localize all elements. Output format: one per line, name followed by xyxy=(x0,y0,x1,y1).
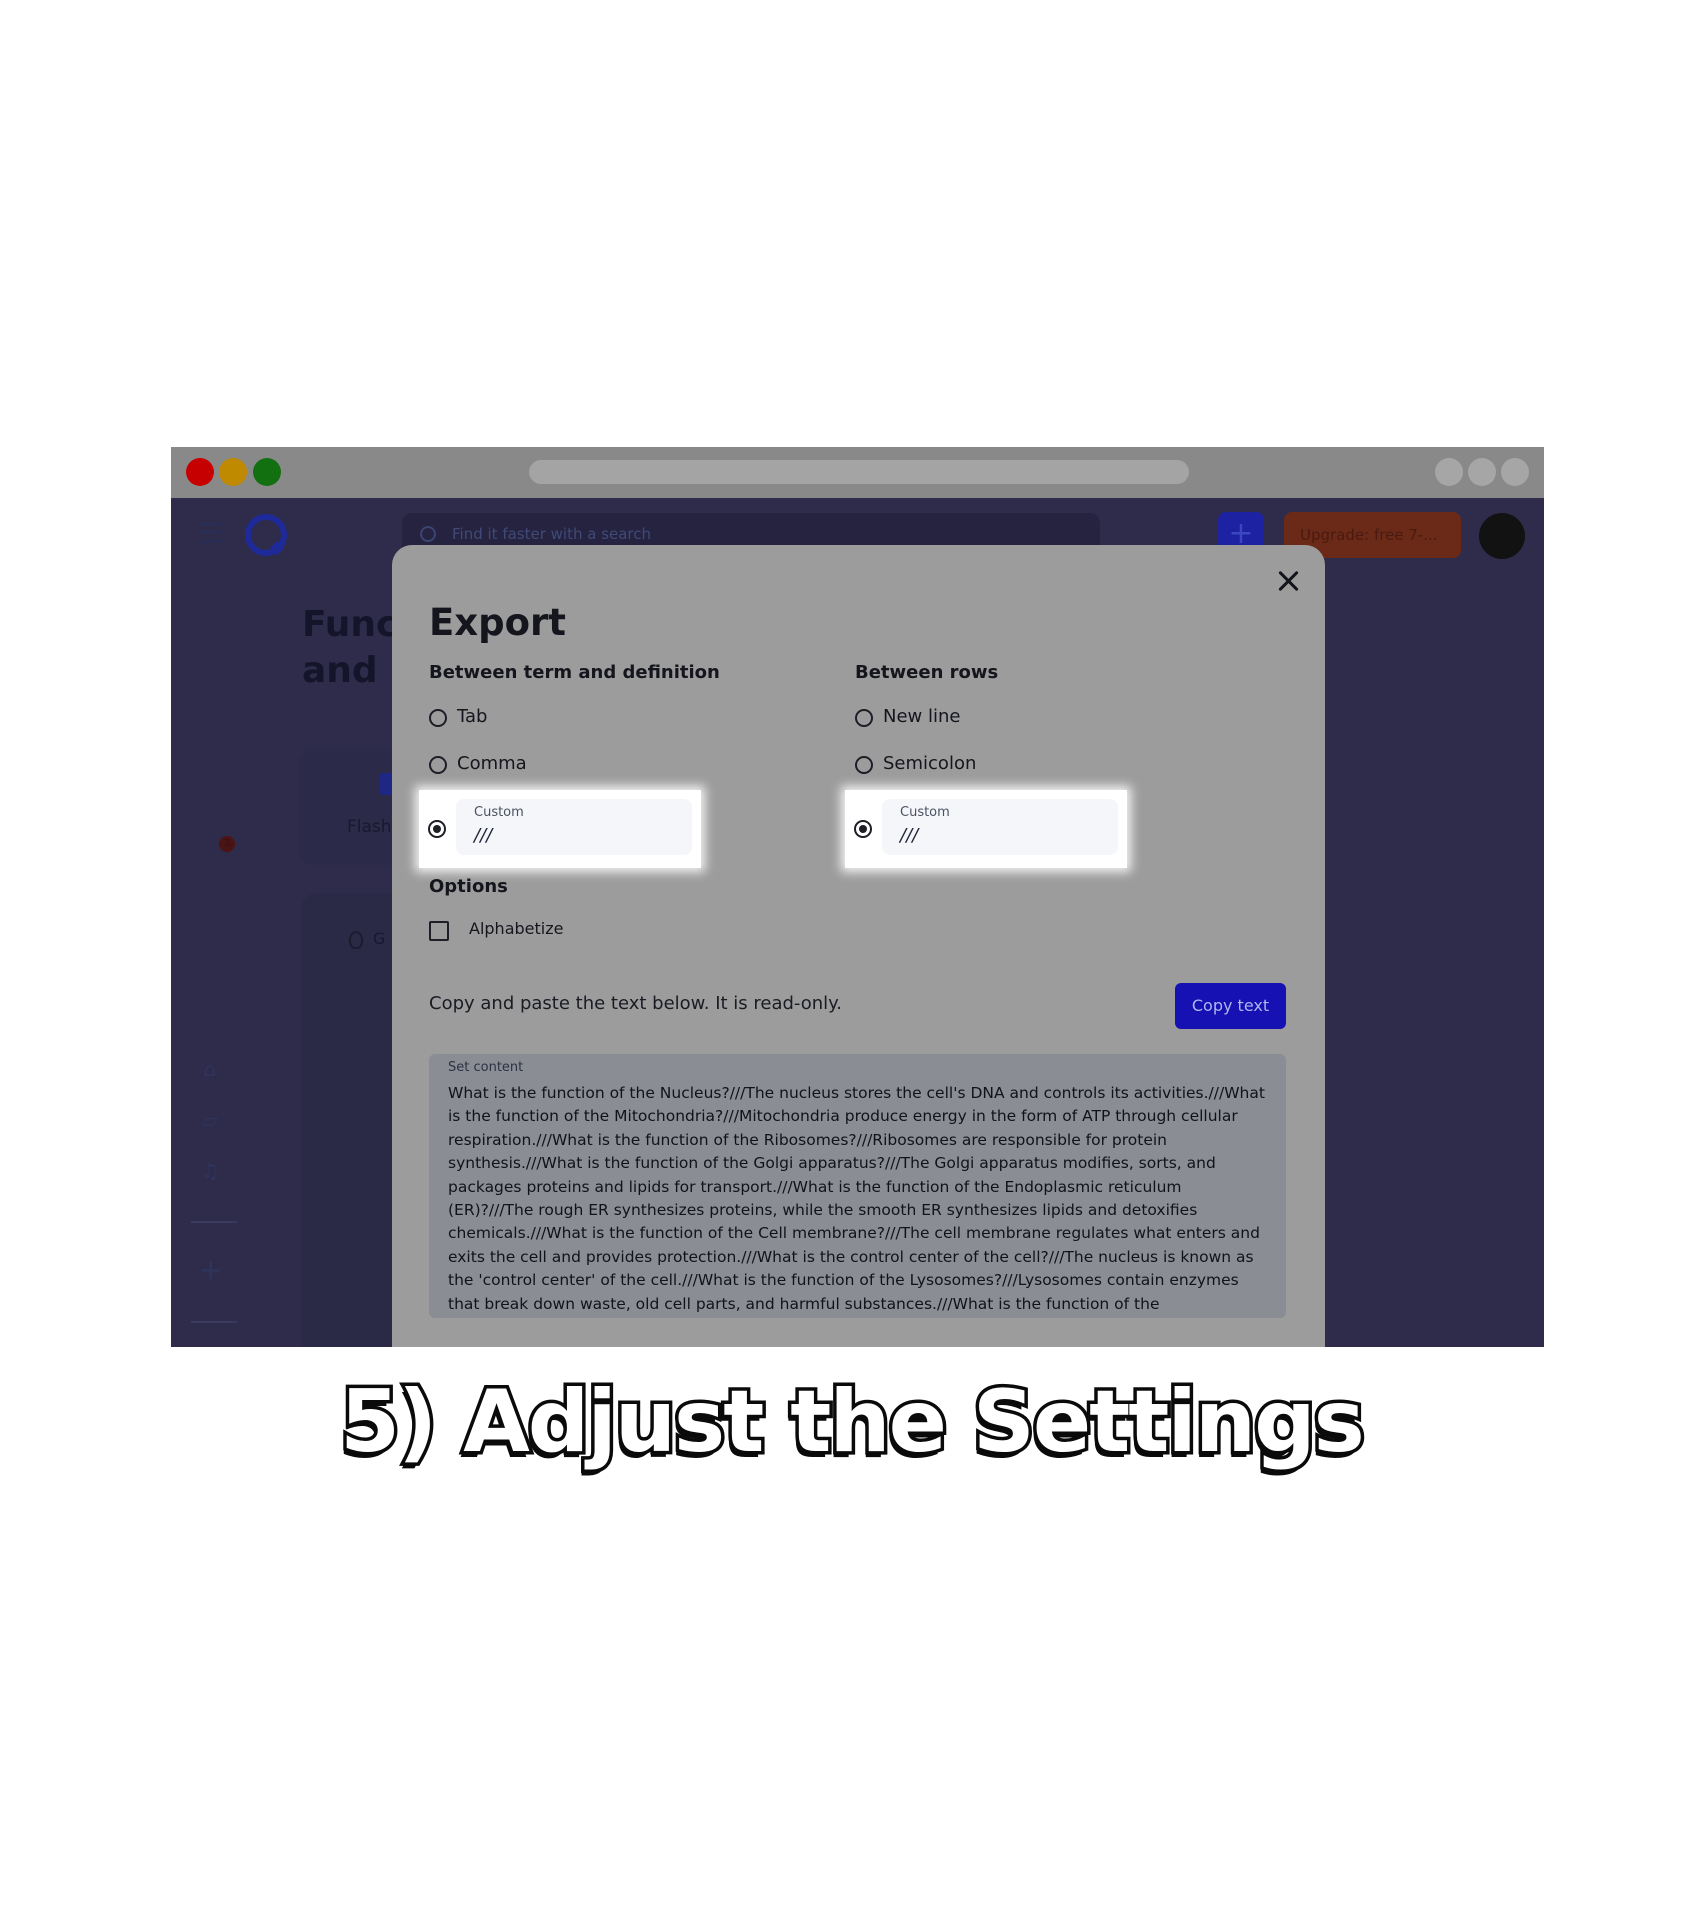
options-heading: Options xyxy=(429,876,508,897)
radio-comma[interactable] xyxy=(429,756,447,774)
bell-icon[interactable]: ♫ xyxy=(199,1161,221,1181)
copy-text-button[interactable]: Copy text xyxy=(1175,983,1286,1029)
hamburger-menu-icon[interactable] xyxy=(199,522,223,544)
lightbulb-icon xyxy=(349,931,363,949)
close-icon[interactable] xyxy=(1275,568,1301,594)
custom-term-value[interactable]: /// xyxy=(474,825,492,846)
sidebar-divider xyxy=(191,1321,237,1323)
between-rows-heading: Between rows xyxy=(855,662,999,683)
radio-semicolon[interactable] xyxy=(855,756,873,774)
folder-icon[interactable]: ▱ xyxy=(199,1110,221,1130)
radio-comma-label[interactable]: Comma xyxy=(457,753,527,774)
radio-new-line[interactable] xyxy=(855,709,873,727)
maximize-window-dot[interactable] xyxy=(253,458,281,486)
browser-window: Find it faster with a search + Upgrade: … xyxy=(171,447,1544,1347)
step-caption: 5) Adjust the Settings xyxy=(337,1369,1369,1476)
custom-rows-field[interactable]: Custom /// xyxy=(882,799,1118,855)
sidebar-divider xyxy=(191,1221,237,1223)
set-content-textarea[interactable]: Set content What is the function of the … xyxy=(429,1054,1286,1318)
rows-custom-highlight: Custom /// xyxy=(845,790,1127,868)
browser-chrome xyxy=(171,447,1544,498)
custom-rows-label: Custom xyxy=(900,805,950,820)
custom-term-label: Custom xyxy=(474,805,524,820)
set-content-text: What is the function of the Nucleus?///T… xyxy=(448,1084,1265,1313)
radio-semicolon-label[interactable]: Semicolon xyxy=(883,753,976,774)
home-icon[interactable]: ⌂ xyxy=(199,1059,221,1079)
close-window-dot[interactable] xyxy=(186,458,214,486)
radio-tab-label[interactable]: Tab xyxy=(457,706,487,727)
set-content-label: Set content xyxy=(448,1060,524,1075)
radio-tab[interactable] xyxy=(429,709,447,727)
term-definition-heading: Between term and definition xyxy=(429,662,720,683)
custom-rows-value[interactable]: /// xyxy=(900,825,918,846)
export-modal: Export Between term and definition Tab C… xyxy=(392,545,1325,1347)
modal-title: Export xyxy=(429,601,566,644)
notification-badge: 3 xyxy=(219,836,235,852)
radio-new-line-label[interactable]: New line xyxy=(883,706,960,727)
user-avatar[interactable] xyxy=(1479,513,1525,559)
flashcards-mode-label: Flash xyxy=(347,817,392,837)
alphabetize-label[interactable]: Alphabetize xyxy=(469,919,563,938)
study-card-label: G xyxy=(373,929,386,948)
address-bar[interactable] xyxy=(529,460,1189,484)
search-placeholder: Find it faster with a search xyxy=(452,525,652,543)
browser-control-dot xyxy=(1468,458,1496,486)
search-icon xyxy=(420,526,436,542)
minimize-window-dot[interactable] xyxy=(219,458,247,486)
browser-control-dot xyxy=(1435,458,1463,486)
radio-custom-rows[interactable] xyxy=(854,820,872,838)
left-sidebar: ⌂ ▱ ♫ 3 + ▯ ▤ ☰ ▭ xyxy=(171,571,271,1347)
term-custom-highlight: Custom /// xyxy=(419,790,701,868)
copy-hint: Copy and paste the text below. It is rea… xyxy=(429,993,842,1014)
add-icon[interactable]: + xyxy=(199,1256,222,1284)
custom-term-field[interactable]: Custom /// xyxy=(456,799,692,855)
radio-custom-term[interactable] xyxy=(428,820,446,838)
alphabetize-checkbox[interactable] xyxy=(429,921,449,941)
browser-control-dot xyxy=(1501,458,1529,486)
